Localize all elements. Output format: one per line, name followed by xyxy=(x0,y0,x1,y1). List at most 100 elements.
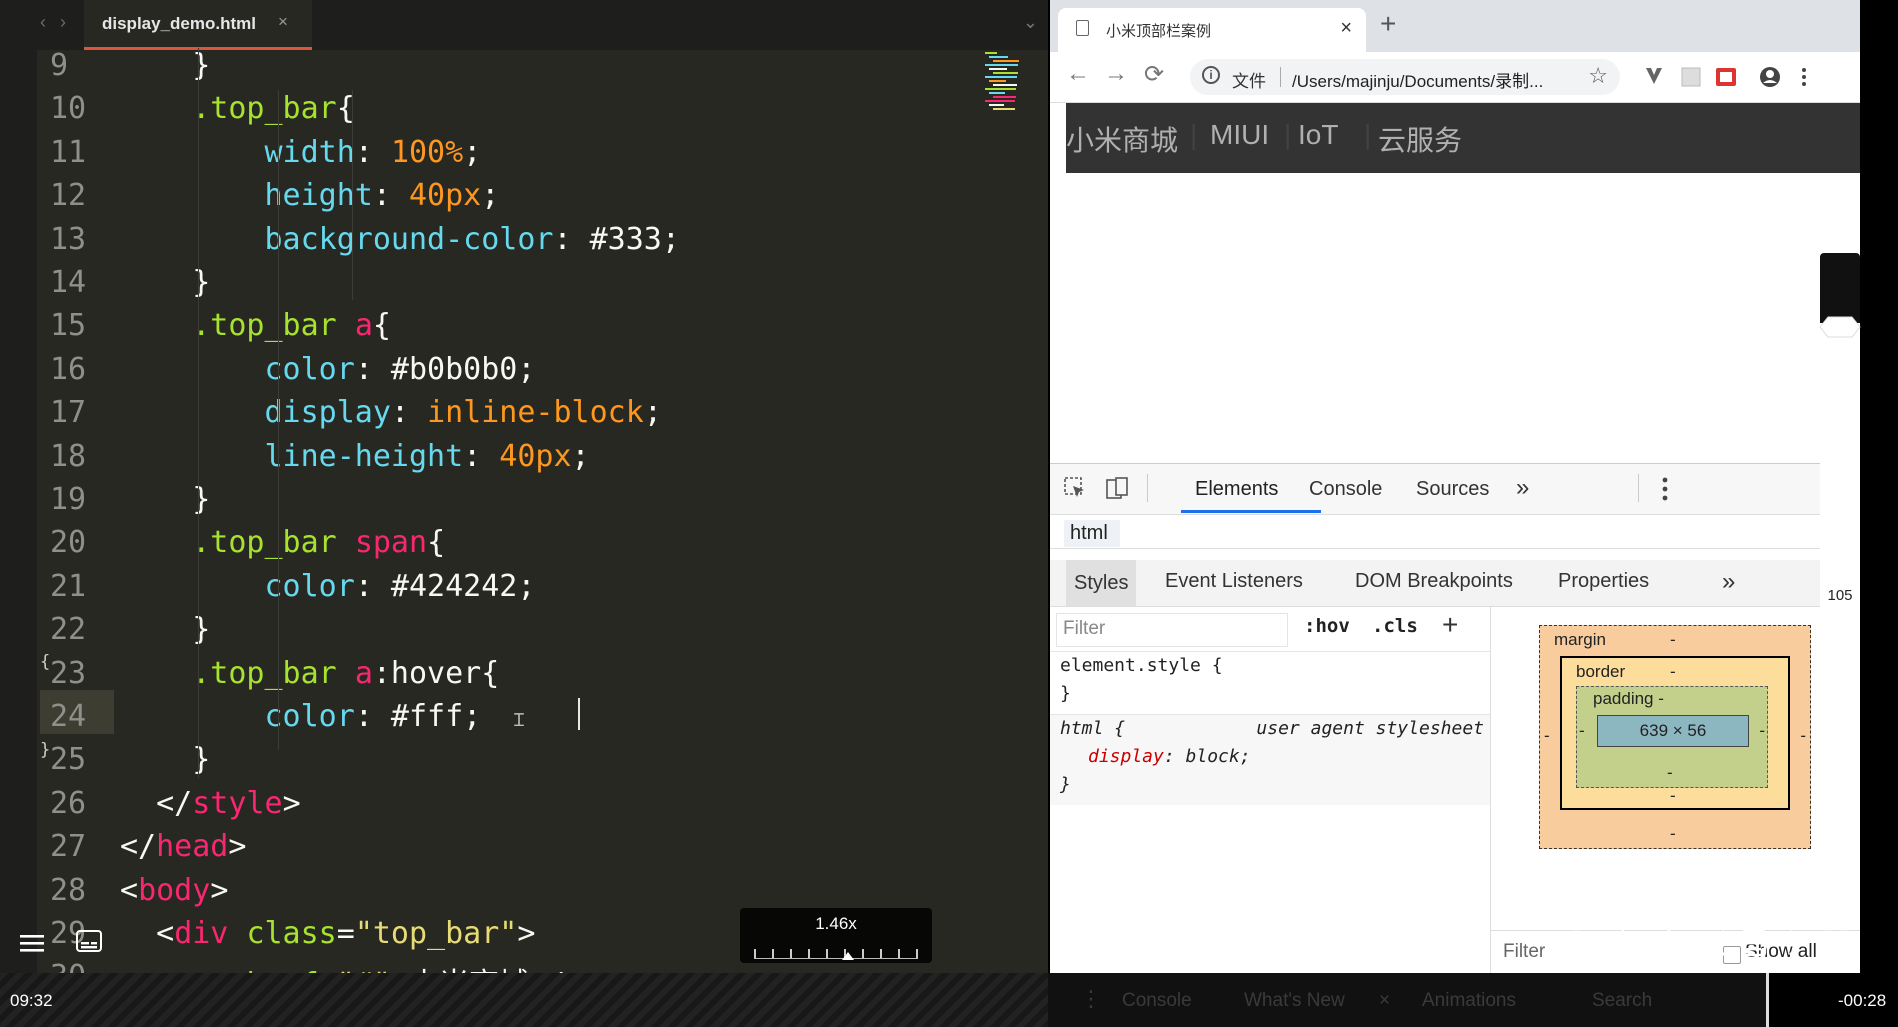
inspect-element-icon[interactable] xyxy=(1064,477,1086,499)
fold-close-icon[interactable]: } xyxy=(40,740,50,760)
code-line[interactable]: .top_bar a{ xyxy=(120,308,391,343)
tab-console[interactable]: Console xyxy=(1309,478,1382,501)
code-line[interactable]: height: 40px; xyxy=(120,178,499,213)
loop-ab-icon[interactable] xyxy=(1653,929,1675,957)
code-line[interactable]: </head> xyxy=(120,829,246,864)
close-tab-icon[interactable]: × xyxy=(1340,17,1352,40)
code-editor[interactable]: ‹ › display_demo.html × ⌄ { } Ɪ 1.46x 9 … xyxy=(0,0,1048,973)
hov-toggle[interactable]: :hov xyxy=(1304,615,1350,637)
box-model-padding[interactable]: padding - - - - 639 × 56 xyxy=(1576,686,1768,788)
cls-toggle[interactable]: .cls xyxy=(1372,615,1418,637)
code-line[interactable]: } xyxy=(120,612,210,647)
code-token: div xyxy=(174,916,247,951)
shuffle-icon[interactable] xyxy=(1561,930,1582,956)
fullscreen-icon[interactable] xyxy=(1824,930,1850,956)
padding-bottom-value: - xyxy=(1667,763,1673,782)
next-icon[interactable] xyxy=(1788,929,1805,957)
nav-forward-icon[interactable]: › xyxy=(60,12,66,33)
code-line[interactable]: .top_bar span{ xyxy=(120,525,445,560)
code-line[interactable]: background-color: #333; xyxy=(120,222,679,257)
playback-speed-overlay[interactable]: 1.46x xyxy=(740,908,932,963)
speaker-icon[interactable] xyxy=(1825,627,1859,657)
line-number: 12 xyxy=(50,178,87,214)
more-tabs-icon[interactable]: » xyxy=(1516,474,1529,502)
close-tab-icon[interactable]: × xyxy=(278,12,288,32)
extension-fe-icon[interactable] xyxy=(1716,68,1736,86)
tab-event-listeners[interactable]: Event Listeners xyxy=(1165,570,1303,593)
info-icon[interactable]: i xyxy=(1202,66,1220,84)
tab-properties[interactable]: Properties xyxy=(1558,570,1649,593)
url-text[interactable]: /Users/majinju/Documents/录制... xyxy=(1292,67,1543,92)
code-line[interactable]: } xyxy=(120,48,210,83)
chevron-down-icon[interactable]: ⌄ xyxy=(1023,12,1038,33)
code-line[interactable]: .top_bar a:hover{ xyxy=(120,656,499,691)
code-line[interactable]: } xyxy=(120,742,210,777)
extension-v-icon[interactable] xyxy=(1646,68,1662,84)
code-line[interactable]: display: inline-block; xyxy=(120,395,662,431)
fold-open-icon[interactable]: { xyxy=(40,652,50,672)
extension-grid-icon[interactable] xyxy=(1681,67,1701,87)
code-line[interactable]: width: 100%; xyxy=(120,135,481,170)
box-model-content[interactable]: 639 × 56 xyxy=(1597,715,1749,747)
code-line[interactable]: <a href="#">小米商城</a> xyxy=(120,959,601,973)
code-token: .top_bar xyxy=(120,308,355,344)
code-line[interactable]: } xyxy=(120,265,210,300)
code-line[interactable]: <div class="top_bar"> xyxy=(120,916,535,951)
playhead[interactable] xyxy=(1766,973,1769,1027)
playlist-icon[interactable] xyxy=(1741,929,1767,957)
new-tab-button[interactable]: + xyxy=(1380,8,1396,40)
speed-scale[interactable] xyxy=(754,944,918,960)
code-line[interactable]: color: #b0b0b0; xyxy=(120,352,535,387)
code-token: : xyxy=(390,395,428,431)
back-icon[interactable]: ← xyxy=(1066,60,1090,88)
code-line[interactable]: color: #fff; xyxy=(120,699,481,734)
tab-dom-breakpoints[interactable]: DOM Breakpoints xyxy=(1355,570,1513,593)
devtools-menu-icon[interactable] xyxy=(1660,476,1670,502)
previous-icon[interactable] xyxy=(1709,929,1726,957)
code-line[interactable]: line-height: 40px; xyxy=(120,439,589,474)
box-model-margin[interactable]: margin - - - - border - - padding - - - … xyxy=(1539,625,1811,849)
profile-avatar-icon[interactable] xyxy=(1760,67,1780,87)
browser-menu-icon[interactable] xyxy=(1802,68,1806,86)
volume-knob-icon[interactable] xyxy=(1816,315,1864,339)
box-model-border[interactable]: border - - padding - - - - 639 × 56 xyxy=(1560,656,1790,810)
minimap[interactable] xyxy=(985,50,1025,150)
breadcrumb-html[interactable]: html xyxy=(1064,520,1120,547)
minimap-line xyxy=(985,100,1015,102)
ua-style-rule[interactable]: html { user agent stylesheet display: bl… xyxy=(1050,715,1490,805)
styles-filter-input[interactable]: Filter xyxy=(1056,613,1288,647)
top-bar-link[interactable]: 小米商城 xyxy=(1066,119,1178,159)
editor-tab[interactable]: display_demo.html × xyxy=(84,0,312,50)
code-line[interactable]: color: #424242; xyxy=(120,569,535,604)
code-line[interactable]: </style> xyxy=(120,786,301,821)
element-style-rule[interactable]: element.style { } xyxy=(1050,651,1490,715)
tab-elements[interactable]: Elements xyxy=(1195,478,1278,501)
omnibox-separator xyxy=(1280,67,1281,87)
code-line[interactable]: .top_bar{ xyxy=(120,91,355,126)
subtitles-icon[interactable] xyxy=(76,930,102,952)
player-bottom-bar[interactable]: ⋮ Console What's New × Animations Search… xyxy=(0,973,1898,1027)
reload-icon[interactable]: ⟳ xyxy=(1144,60,1164,89)
code-line[interactable]: <body> xyxy=(120,873,228,908)
code-line[interactable]: } xyxy=(120,482,210,517)
minimap-line xyxy=(993,96,1016,98)
more-subtabs-icon[interactable]: » xyxy=(1722,568,1735,596)
forward-icon[interactable]: → xyxy=(1104,60,1128,88)
menu-icon[interactable] xyxy=(20,934,44,952)
volume-slider[interactable]: 105 xyxy=(1819,253,1861,615)
nav-back-icon[interactable]: ‹ xyxy=(40,12,46,33)
computed-filter-input[interactable]: Filter xyxy=(1503,941,1545,963)
repeat-icon[interactable] xyxy=(1607,929,1629,957)
device-toolbar-icon[interactable] xyxy=(1106,477,1128,499)
tab-styles[interactable]: Styles xyxy=(1066,560,1137,606)
address-bar[interactable]: i 文件 /Users/majinju/Documents/录制... ☆ xyxy=(1190,59,1620,95)
browser-tab[interactable]: 小米顶部栏案例 × xyxy=(1058,8,1366,52)
new-style-rule-icon[interactable]: + xyxy=(1442,609,1458,641)
tab-sources[interactable]: Sources xyxy=(1416,478,1489,501)
top-bar-link[interactable]: MIUI xyxy=(1210,119,1269,151)
top-bar-link[interactable]: IoT xyxy=(1298,119,1338,151)
padding-label: padding - xyxy=(1593,689,1664,708)
top-bar-link[interactable]: 云服务 xyxy=(1378,119,1462,159)
bookmark-star-icon[interactable]: ☆ xyxy=(1588,63,1608,89)
code-token: ; xyxy=(643,395,662,431)
